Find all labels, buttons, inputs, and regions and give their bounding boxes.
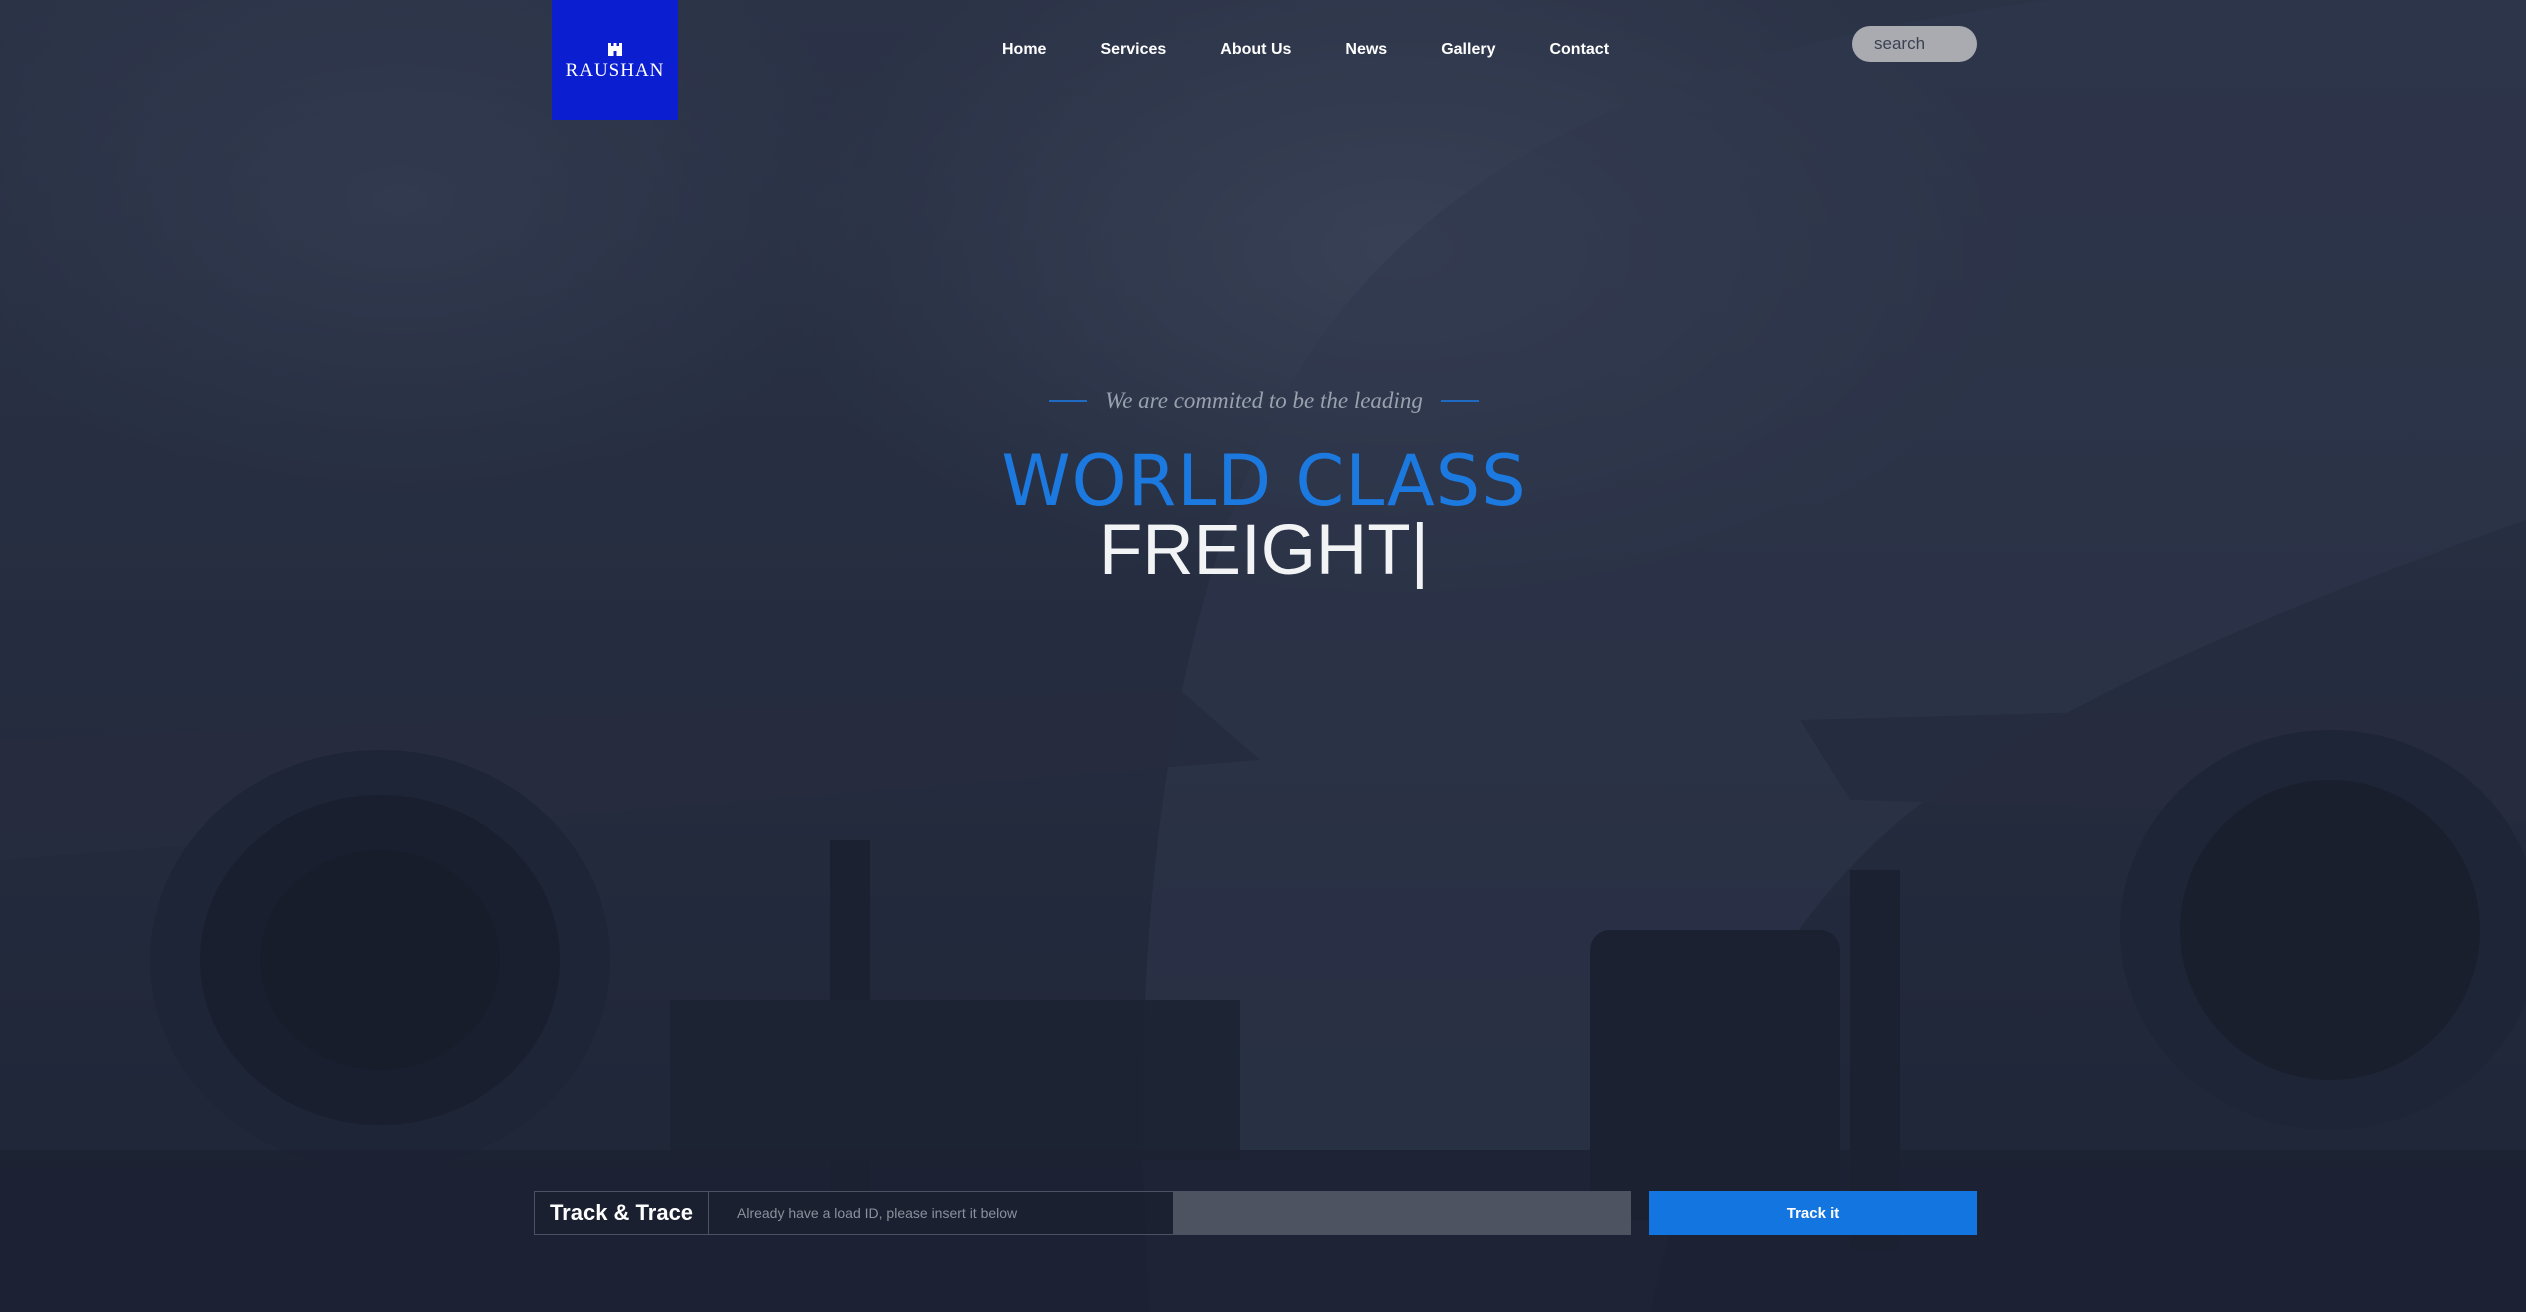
nav-item-services[interactable]: Services [1073, 36, 1193, 64]
nav-item-contact[interactable]: Contact [1522, 36, 1636, 64]
nav-item-about-us[interactable]: About Us [1193, 36, 1318, 64]
track-trace-hint: Already have a load ID, please insert it… [737, 1205, 1018, 1221]
main-nav: Home Services About Us News Gallery Cont… [975, 36, 1636, 64]
tagline-divider-right [1440, 400, 1479, 402]
hero-headline-main: FREIGHT| [900, 510, 1628, 592]
hero-background [0, 0, 2526, 1312]
airplane-silhouette [0, 0, 2526, 1312]
castle-icon [608, 43, 622, 56]
search-input[interactable] [1852, 26, 1977, 62]
hero-headline-word: FREIGHT [1098, 511, 1411, 590]
nav-item-gallery[interactable]: Gallery [1414, 36, 1522, 64]
track-trace-bar: Track & Trace Already have a load ID, pl… [534, 1191, 1631, 1235]
typing-caret: | [1410, 511, 1430, 590]
load-id-input[interactable] [1173, 1192, 1631, 1234]
tagline-group: We are commited to be the leading [1030, 384, 1498, 418]
nav-item-home[interactable]: Home [975, 36, 1073, 64]
nav-item-news[interactable]: News [1318, 36, 1414, 64]
tagline-divider-left [1049, 400, 1088, 402]
brand-name: RAUSHAN [565, 60, 665, 81]
brand-logo[interactable]: RAUSHAN [552, 0, 678, 120]
track-trace-label: Track & Trace [535, 1192, 709, 1234]
hero-tagline: We are commited to be the leading [1105, 388, 1423, 413]
track-it-button[interactable]: Track it [1649, 1191, 1977, 1235]
